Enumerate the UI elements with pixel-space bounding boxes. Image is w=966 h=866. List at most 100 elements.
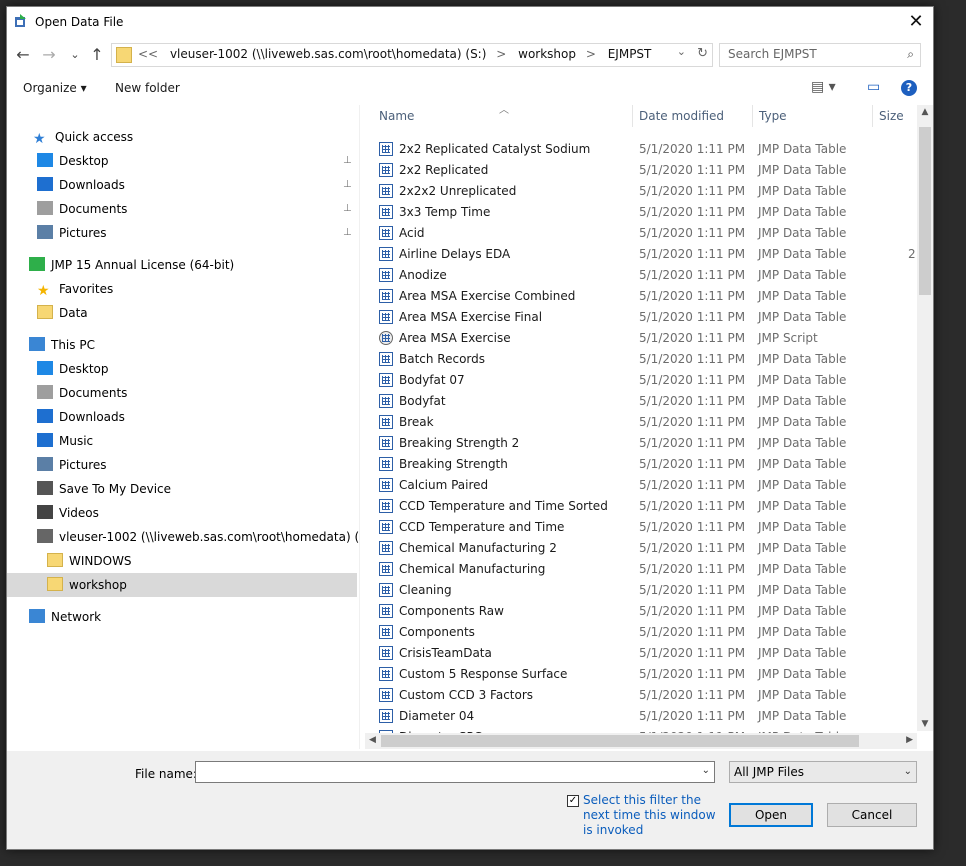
breadcrumb-separator-icon[interactable]: > <box>586 47 596 61</box>
file-type: JMP Data Table <box>758 205 847 219</box>
jmp-data-table-icon <box>379 667 393 681</box>
remember-filter-checkbox[interactable]: ✓ <box>567 795 579 807</box>
table-row[interactable]: Components Raw 5/1/2020 1:11 PM JMP Data T… <box>365 601 917 622</box>
address-bar[interactable]: << vleuser-1002 (\\liveweb.sas.com\root\… <box>111 43 713 67</box>
file-name-history-chevron-icon[interactable]: ⌄ <box>702 765 710 776</box>
sidebar-item-videos[interactable]: Videos <box>37 501 99 525</box>
table-row[interactable]: 3x3 Temp Time 5/1/2020 1:11 PM JMP Data Ta… <box>365 202 917 223</box>
scroll-right-icon[interactable]: ▶ <box>906 735 913 745</box>
overflow-crumbs[interactable]: << <box>138 47 158 61</box>
breadcrumb-ejmpst[interactable]: EJMPST <box>608 47 652 61</box>
file-type-filter[interactable]: All JMP Files ⌄ <box>729 761 917 783</box>
address-history-chevron-icon[interactable]: ⌄ <box>677 45 686 58</box>
breadcrumb-workshop[interactable]: workshop <box>518 47 576 61</box>
file-type: JMP Data Table <box>758 247 847 261</box>
forward-arrow-icon[interactable]: → <box>39 45 59 65</box>
scroll-up-icon[interactable]: ▲ <box>917 107 933 117</box>
scroll-left-icon[interactable]: ◀ <box>369 735 376 745</box>
change-view-icon[interactable]: ▤ ▾ <box>811 79 836 95</box>
table-row[interactable]: Breaking Strength 5/1/2020 1:11 PM JMP Dat… <box>365 454 917 475</box>
table-row[interactable]: Calcium Paired 5/1/2020 1:11 PM JMP Data T… <box>365 475 917 496</box>
table-row[interactable]: Area MSA Exercise 5/1/2020 1:11 PM JMP Scr… <box>365 328 917 349</box>
table-row[interactable]: 2x2x2 Unreplicated 5/1/2020 1:11 PM JMP Da… <box>365 181 917 202</box>
back-arrow-icon[interactable]: ← <box>13 45 33 65</box>
table-row[interactable]: Bodyfat 5/1/2020 1:11 PM JMP Data Table <box>365 391 917 412</box>
breadcrumb-drive[interactable]: vleuser-1002 (\\liveweb.sas.com\root\hom… <box>170 47 486 61</box>
cancel-button[interactable]: Cancel <box>827 803 917 827</box>
chevron-down-icon[interactable]: ⌄ <box>904 762 912 782</box>
sidebar-item-network[interactable]: Network <box>29 605 101 629</box>
file-name: CrisisTeamData <box>399 646 492 660</box>
sidebar-item-windows[interactable]: WINDOWS <box>47 549 132 573</box>
table-row[interactable]: Components 5/1/2020 1:11 PM JMP Data Table <box>365 622 917 643</box>
sidebar-item-jmp-15-annual-license-64-bit[interactable]: JMP 15 Annual License (64-bit) <box>29 253 234 277</box>
preview-pane-icon[interactable]: ▭ <box>867 79 880 95</box>
table-row[interactable]: Batch Records 5/1/2020 1:11 PM JMP Data Ta… <box>365 349 917 370</box>
sidebar-item-favorites[interactable]: ★ Favorites <box>37 277 113 301</box>
sidebar-item-desktop[interactable]: Desktop <box>37 357 109 381</box>
pin-icon[interactable]: ⊥ <box>343 179 352 190</box>
column-type[interactable]: Type <box>753 105 873 127</box>
sidebar-item-pictures[interactable]: Pictures <box>37 453 107 477</box>
pane-splitter[interactable] <box>359 105 360 749</box>
recent-locations-chevron-icon[interactable]: ⌄ <box>65 45 85 65</box>
sidebar-item-data[interactable]: Data <box>37 301 88 325</box>
sidebar-item-music[interactable]: Music <box>37 429 93 453</box>
table-row[interactable]: CrisisTeamData 5/1/2020 1:11 PM JMP Data T… <box>365 643 917 664</box>
table-row[interactable]: Acid 5/1/2020 1:11 PM JMP Data Table <box>365 223 917 244</box>
table-row[interactable]: Area MSA Exercise Combined 5/1/2020 1:11 … <box>365 286 917 307</box>
search-box[interactable]: Search EJMPST ⌕ <box>719 43 921 67</box>
pin-icon[interactable]: ⊥ <box>343 227 352 238</box>
organize-menu[interactable]: Organize ▾ <box>23 81 87 95</box>
table-row[interactable]: Custom CCD 3 Factors 5/1/2020 1:11 PM JMP … <box>365 685 917 706</box>
table-row[interactable]: 2x2 Replicated Catalyst Sodium 5/1/2020 1… <box>365 139 917 160</box>
table-row[interactable]: Break 5/1/2020 1:11 PM JMP Data Table <box>365 412 917 433</box>
sidebar-item-desktop[interactable]: Desktop <box>37 149 109 173</box>
column-date-modified[interactable]: Date modified <box>633 105 753 127</box>
sidebar-item-vleuser-1002-liveweb-sas-com-root-homedata-s[interactable]: vleuser-1002 (\\liveweb.sas.com\root\hom… <box>37 525 359 549</box>
vertical-scroll-thumb[interactable] <box>919 127 931 295</box>
sidebar-item-downloads[interactable]: Downloads <box>37 405 125 429</box>
help-icon[interactable]: ? <box>901 80 917 96</box>
sidebar-item-quick-access[interactable]: ★ Quick access <box>33 125 133 149</box>
pin-icon[interactable]: ⊥ <box>343 203 352 214</box>
table-row[interactable]: Anodize 5/1/2020 1:11 PM JMP Data Table <box>365 265 917 286</box>
remember-filter-label[interactable]: Select this filter the next time this wi… <box>583 793 719 838</box>
new-folder-button[interactable]: New folder <box>115 81 180 95</box>
breadcrumb-separator-icon[interactable]: > <box>496 47 506 61</box>
file-name-input[interactable]: ⌄ <box>195 761 715 783</box>
table-row[interactable]: Custom 5 Response Surface 5/1/2020 1:11 P… <box>365 664 917 685</box>
table-row[interactable]: CCD Temperature and Time Sorted 5/1/2020 … <box>365 496 917 517</box>
table-row[interactable]: Chemical Manufacturing 2 5/1/2020 1:11 PM… <box>365 538 917 559</box>
table-row[interactable]: Area MSA Exercise Final 5/1/2020 1:11 PM J… <box>365 307 917 328</box>
sidebar-item-save-to-my-device[interactable]: Save To My Device <box>37 477 171 501</box>
pin-icon[interactable]: ⊥ <box>343 155 352 166</box>
sidebar-item-this-pc[interactable]: This PC <box>29 333 95 357</box>
table-row[interactable]: Chemical Manufacturing 5/1/2020 1:11 PM JM… <box>365 559 917 580</box>
scroll-down-icon[interactable]: ▼ <box>917 719 933 729</box>
refresh-icon[interactable]: ↻ <box>697 46 708 61</box>
table-row[interactable]: Cleaning 5/1/2020 1:11 PM JMP Data Table <box>365 580 917 601</box>
file-name: Area MSA Exercise Combined <box>399 289 576 303</box>
table-row[interactable]: CCD Temperature and Time 5/1/2020 1:11 PM… <box>365 517 917 538</box>
vertical-scrollbar[interactable]: ▲ ▼ <box>917 105 933 731</box>
sidebar-item-downloads[interactable]: Downloads <box>37 173 125 197</box>
search-icon[interactable]: ⌕ <box>907 47 914 62</box>
table-row[interactable]: Breaking Strength 2 5/1/2020 1:11 PM JMP D… <box>365 433 917 454</box>
horizontal-scrollbar[interactable]: ◀ ▶ <box>365 733 917 749</box>
jmp-data-table-icon <box>379 583 393 597</box>
column-name[interactable]: Name <box>373 105 633 127</box>
sidebar-item-pictures[interactable]: Pictures <box>37 221 107 245</box>
open-button[interactable]: Open <box>729 803 813 827</box>
table-row[interactable]: Diameter 04 5/1/2020 1:11 PM JMP Data Tabl… <box>365 706 917 727</box>
sidebar-item-documents[interactable]: Documents <box>37 197 127 221</box>
table-row[interactable]: Airline Delays EDA 5/1/2020 1:11 PM JMP Da… <box>365 244 917 265</box>
sidebar-item-workshop[interactable]: workshop <box>7 573 357 597</box>
sidebar-item-documents[interactable]: Documents <box>37 381 127 405</box>
table-row[interactable]: 2x2 Replicated 5/1/2020 1:11 PM JMP Data T… <box>365 160 917 181</box>
file-date-modified: 5/1/2020 1:11 PM <box>639 226 746 240</box>
horizontal-scroll-thumb[interactable] <box>381 735 859 747</box>
close-icon[interactable]: ✕ <box>905 11 927 33</box>
table-row[interactable]: Bodyfat 07 5/1/2020 1:11 PM JMP Data Table <box>365 370 917 391</box>
up-arrow-icon[interactable]: ↑ <box>87 45 107 65</box>
